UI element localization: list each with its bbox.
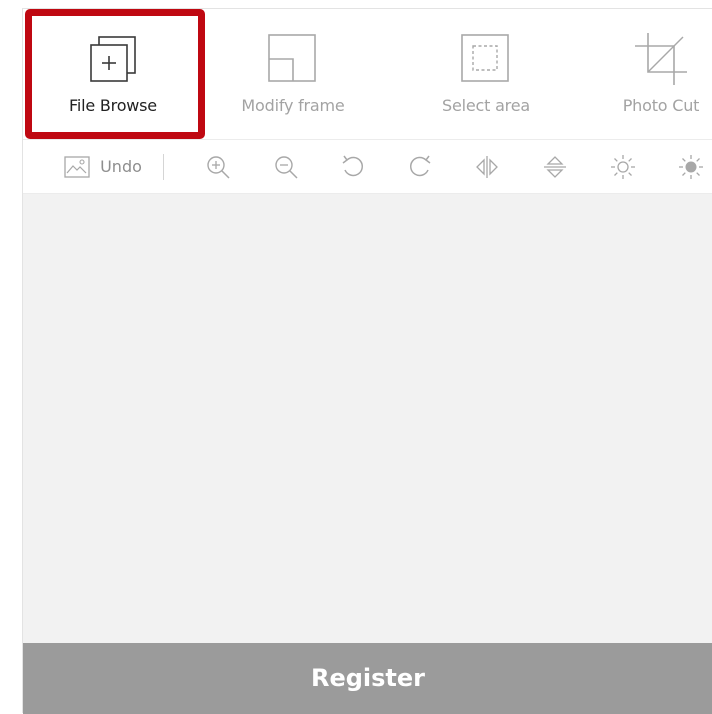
rotate-right-icon: [409, 155, 431, 176]
modify-frame-label: Modify frame: [241, 96, 345, 115]
main-toolbar: File Browse Modify frame Select area Pho…: [23, 9, 712, 140]
image-editor-panel: File Browse Modify frame Select area Pho…: [22, 8, 712, 714]
brightness-up-icon: [679, 154, 703, 179]
toolbar-separator: [163, 154, 164, 180]
register-button[interactable]: Register: [23, 643, 712, 714]
select-area-button[interactable]: Select area: [391, 9, 581, 139]
flip-vertical-icon: [544, 155, 566, 178]
zoom-in-icon: [207, 155, 230, 179]
undo-label: Undo: [100, 157, 142, 176]
rotate-left-icon: [342, 155, 364, 176]
undo-button[interactable]: Undo: [53, 140, 153, 193]
rotate-right-button[interactable]: [400, 140, 440, 193]
file-browse-label: File Browse: [69, 96, 157, 115]
brightness-up-button[interactable]: [671, 140, 711, 193]
flip-horizontal-button[interactable]: [467, 140, 507, 193]
file-browse-icon: [90, 36, 136, 82]
select-area-label: Select area: [442, 96, 530, 115]
select-area-icon: [461, 34, 509, 82]
modify-frame-button[interactable]: Modify frame: [203, 9, 383, 139]
photo-cut-label: Photo Cut: [622, 96, 700, 115]
photo-cut-button[interactable]: Photo Cut: [581, 9, 712, 139]
brightness-down-icon: [611, 154, 635, 179]
file-browse-button[interactable]: File Browse: [23, 9, 203, 139]
image-icon: [64, 155, 90, 178]
edit-toolbar: Undo: [23, 140, 712, 194]
zoom-out-icon: [275, 155, 298, 179]
rotate-left-button[interactable]: [333, 140, 373, 193]
zoom-out-button[interactable]: [266, 140, 306, 193]
image-canvas[interactable]: [23, 194, 712, 643]
crop-icon: [635, 33, 687, 85]
zoom-in-button[interactable]: [198, 140, 238, 193]
flip-vertical-button[interactable]: [535, 140, 575, 193]
brightness-down-button[interactable]: [603, 140, 643, 193]
modify-frame-icon: [268, 34, 316, 82]
flip-horizontal-icon: [476, 155, 498, 178]
